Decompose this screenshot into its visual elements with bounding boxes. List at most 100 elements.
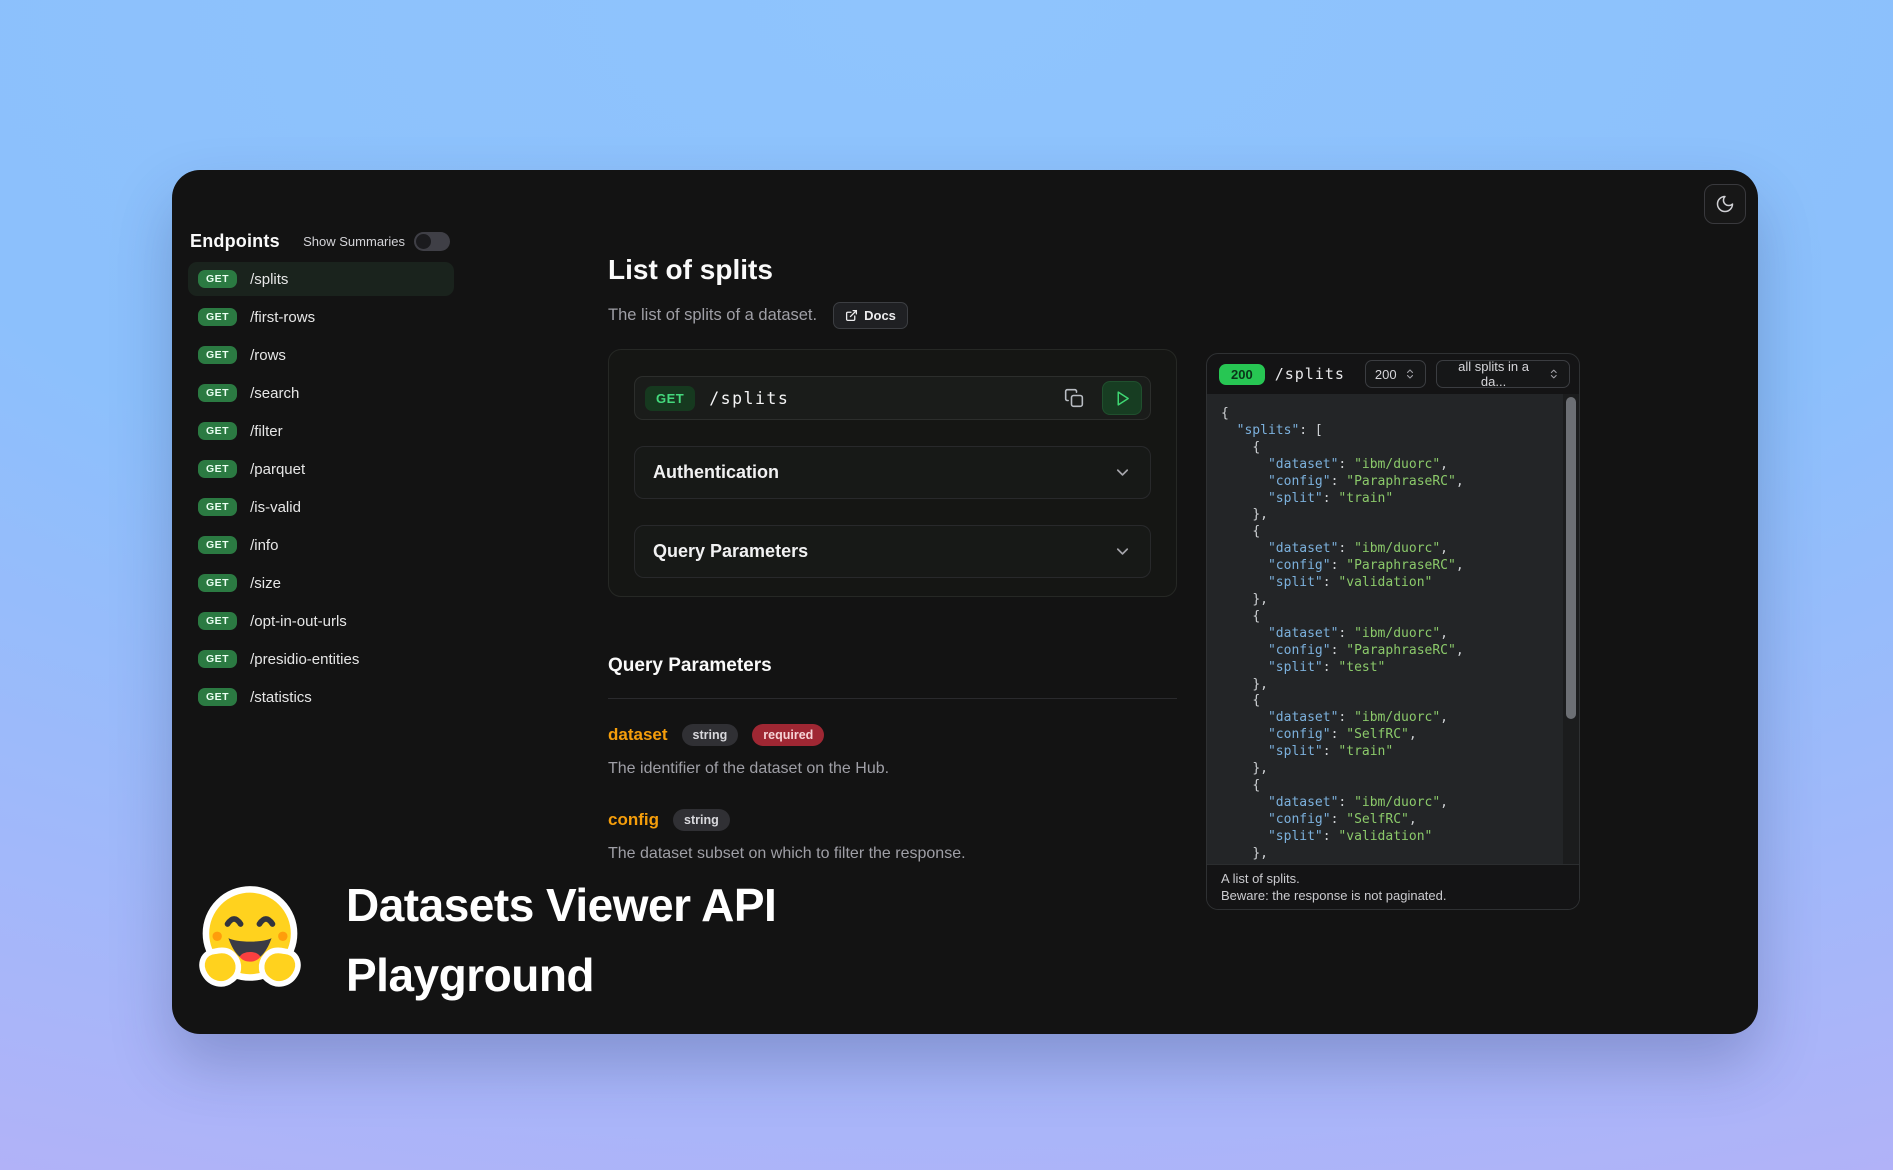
response-footer: A list of splits. Beware: the response i… [1207,864,1579,909]
param-required-badge: required [752,724,824,746]
response-panel: 200 /splits 200 all splits in a da... { … [1206,353,1580,910]
endpoint-path: /rows [250,347,286,364]
show-summaries: Show Summaries [303,232,450,251]
method-badge: GET [198,270,237,288]
authentication-label: Authentication [653,462,779,483]
sidebar-item-is-valid[interactable]: GET/is-valid [188,490,454,524]
param-description: The identifier of the dataset on the Hub… [608,760,1177,778]
endpoint-path: /opt-in-out-urls [250,613,347,630]
endpoint-path: /size [250,575,281,592]
app-title: Datasets Viewer API Playground [346,870,776,1010]
chevron-down-icon [1113,463,1132,482]
param-head: config string [608,808,1177,832]
chevrons-up-down-icon [1404,368,1416,380]
endpoint-path: /info [250,537,278,554]
method-badge: GET [198,612,237,630]
response-scrollbar-track [1563,394,1579,864]
sidebar-item-filter[interactable]: GET/filter [188,414,454,448]
sidebar-item-splits[interactable]: GET/splits [188,262,454,296]
theme-toggle-button[interactable] [1704,184,1746,224]
method-badge: GET [198,688,237,706]
show-summaries-label: Show Summaries [303,234,405,249]
params-list: dataset string required The identifier of t… [608,723,1177,863]
moon-icon [1715,194,1735,214]
endpoint-path: /parquet [250,461,305,478]
app-title-line1: Datasets Viewer API [346,870,776,940]
branding: Datasets Viewer API Playground [190,870,776,1010]
sidebar-item-first-rows[interactable]: GET/first-rows [188,300,454,334]
page-subtitle: The list of splits of a dataset. [608,306,817,325]
request-method-badge: GET [645,386,695,411]
param-config: config string The dataset subset on which … [608,808,1177,863]
method-badge: GET [198,574,237,592]
request-path: /splits [709,389,789,408]
param-name: dataset [608,725,668,745]
response-json[interactable]: { "splits": [ { "dataset": "ibm/duorc", … [1207,394,1579,864]
endpoint-path: /splits [250,271,288,288]
sidebar-item-info[interactable]: GET/info [188,528,454,562]
section-divider [608,698,1177,699]
method-badge: GET [198,650,237,668]
response-scrollbar-thumb[interactable] [1566,397,1576,719]
endpoint-list: GET/splitsGET/first-rowsGET/rowsGET/sear… [188,262,454,714]
response-header: 200 /splits 200 all splits in a da... [1207,354,1579,394]
param-name: config [608,810,659,830]
authentication-accordion[interactable]: Authentication [634,446,1151,499]
status-code-select[interactable]: 200 [1365,360,1426,388]
endpoint-path: /presidio-entities [250,651,359,668]
query-parameters-label: Query Parameters [653,541,808,562]
param-type-badge: string [673,809,730,831]
method-badge: GET [198,498,237,516]
query-parameters-section: Query Parameters dataset string required Th… [608,654,1177,893]
param-head: dataset string required [608,723,1177,747]
sidebar: Endpoints Show Summaries GET/splitsGET/f… [188,226,454,718]
sidebar-title: Endpoints [190,231,280,252]
query-parameters-accordion[interactable]: Query Parameters [634,525,1151,578]
response-path: /splits [1275,365,1345,383]
sidebar-item-opt-in-out-urls[interactable]: GET/opt-in-out-urls [188,604,454,638]
play-icon [1114,390,1131,407]
sidebar-item-search[interactable]: GET/search [188,376,454,410]
params-section-title: Query Parameters [608,654,1177,678]
status-code-select-value: 200 [1375,367,1397,382]
sidebar-item-presidio-entities[interactable]: GET/presidio-entities [188,642,454,676]
endpoint-path: /statistics [250,689,312,706]
copy-icon [1064,388,1084,408]
copy-button[interactable] [1060,384,1088,412]
endpoint-path: /first-rows [250,309,315,326]
hugging-face-logo [190,880,310,1000]
response-footer-line: Beware: the response is not paginated. [1221,887,1565,904]
sidebar-item-parquet[interactable]: GET/parquet [188,452,454,486]
endpoint-path: /search [250,385,299,402]
endpoint-path: /filter [250,423,283,440]
method-badge: GET [198,460,237,478]
response-footer-line: A list of splits. [1221,870,1565,887]
toggle-knob [416,234,431,249]
external-link-icon [845,309,858,322]
run-button[interactable] [1102,381,1142,415]
app-title-line2: Playground [346,940,776,1010]
param-dataset: dataset string required The identifier of t… [608,723,1177,778]
param-description: The dataset subset on which to filter th… [608,845,1177,863]
method-badge: GET [198,308,237,326]
page-title: List of splits [608,254,773,286]
sidebar-item-size[interactable]: GET/size [188,566,454,600]
subtitle-row: The list of splits of a dataset. Docs [608,302,908,329]
app-card: Endpoints Show Summaries GET/splitsGET/f… [172,170,1758,1034]
request-panel: GET /splits Authentication Query Paramet… [608,349,1177,597]
example-select-value: all splits in a da... [1446,359,1542,389]
method-badge: GET [198,346,237,364]
docs-button[interactable]: Docs [833,302,908,329]
docs-button-label: Docs [864,308,896,323]
chevrons-up-down-icon [1548,368,1560,380]
param-type-badge: string [682,724,739,746]
example-select[interactable]: all splits in a da... [1436,360,1570,388]
method-badge: GET [198,536,237,554]
status-badge: 200 [1219,364,1265,385]
sidebar-item-rows[interactable]: GET/rows [188,338,454,372]
show-summaries-toggle[interactable] [414,232,450,251]
sidebar-item-statistics[interactable]: GET/statistics [188,680,454,714]
sidebar-header: Endpoints Show Summaries [188,226,454,256]
method-badge: GET [198,384,237,402]
method-badge: GET [198,422,237,440]
